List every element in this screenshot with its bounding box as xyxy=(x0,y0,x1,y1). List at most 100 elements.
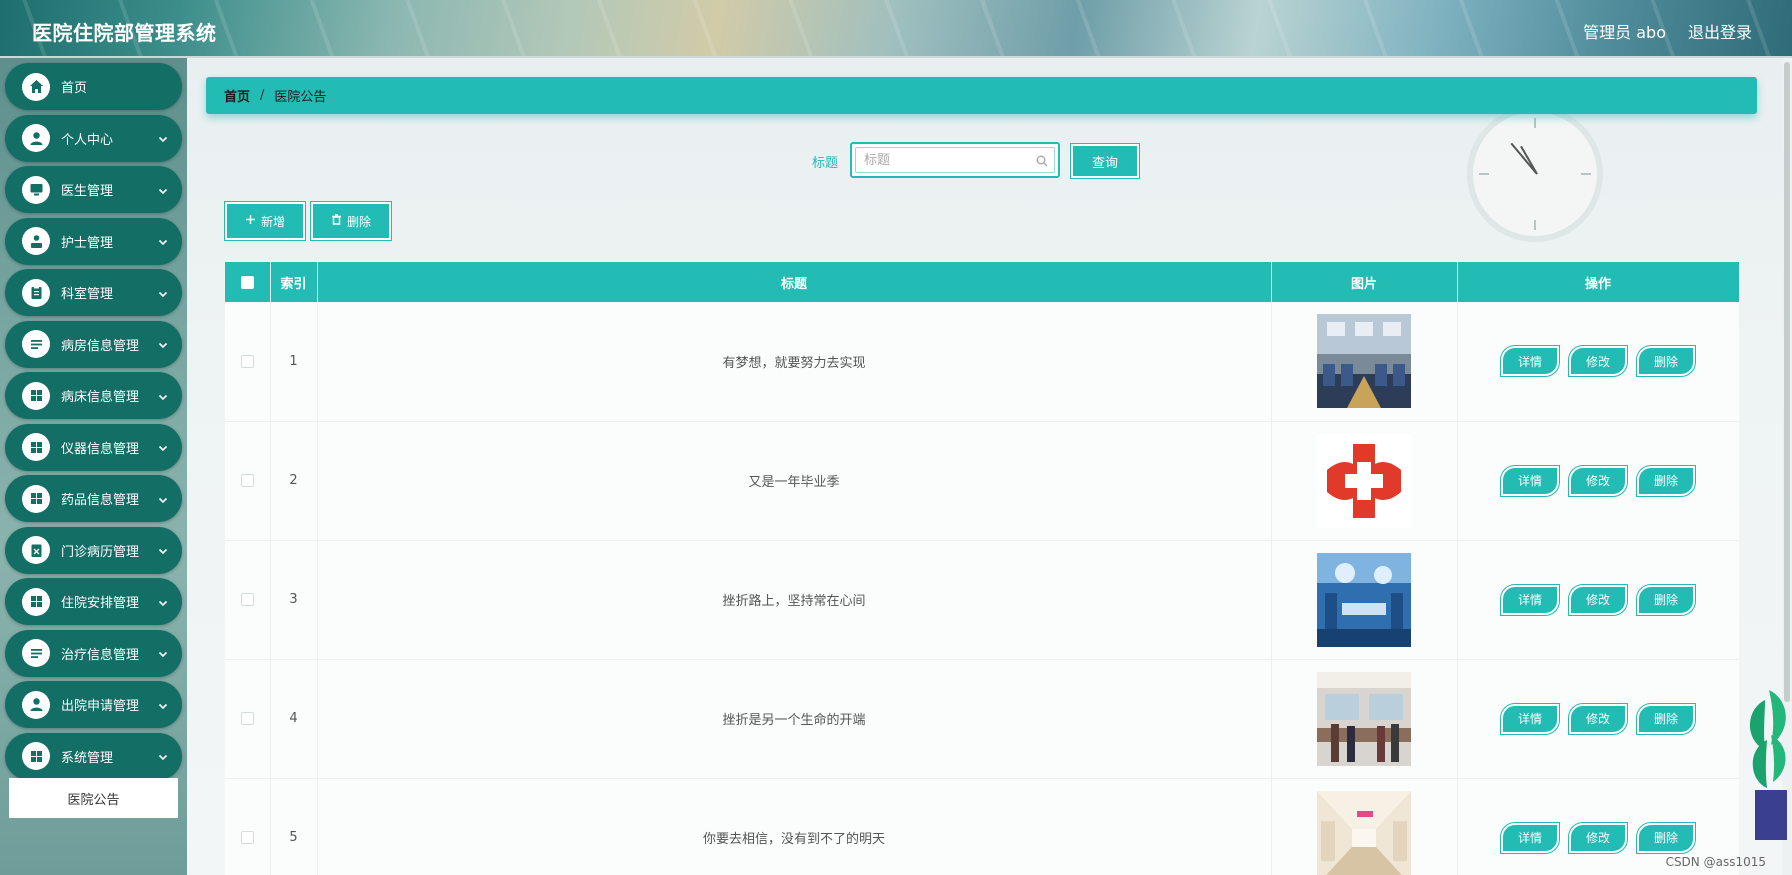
row-image-cell xyxy=(1271,540,1458,660)
delete-button[interactable]: 删除 xyxy=(1636,702,1696,735)
search-title-input[interactable] xyxy=(856,148,1054,172)
chevron-down-icon xyxy=(158,391,168,401)
table-row: 2 又是一年毕业季 详情 修改 删除 xyxy=(225,421,1739,541)
watermark: CSDN @ass1015 xyxy=(1665,855,1766,869)
query-button[interactable]: 查询 xyxy=(1070,143,1140,179)
chevron-down-icon xyxy=(158,648,168,658)
record-icon xyxy=(22,536,50,564)
page-scrollbar-thumb[interactable] xyxy=(1784,62,1790,702)
select-all-checkbox[interactable] xyxy=(240,275,254,289)
sidebar-item-8[interactable]: 药品信息管理 xyxy=(5,475,182,522)
row-index: 4 xyxy=(270,659,318,779)
row-checkbox[interactable] xyxy=(240,474,254,487)
sidebar-item-label: 治疗信息管理 xyxy=(61,647,140,663)
list-icon xyxy=(22,330,50,358)
row-select-cell xyxy=(225,778,271,875)
row-checkbox[interactable] xyxy=(240,712,254,725)
sidebar-item-label: 护士管理 xyxy=(61,235,114,251)
chevron-down-icon xyxy=(158,236,168,246)
row-checkbox[interactable] xyxy=(240,593,254,606)
sidebar-item-9[interactable]: 门诊病历管理 xyxy=(5,526,182,574)
row-index: 5 xyxy=(270,778,318,875)
row-image-cell xyxy=(1271,302,1458,422)
sidebar-item-5[interactable]: 病房信息管理 xyxy=(5,320,182,368)
edit-button[interactable]: 修改 xyxy=(1568,464,1628,497)
sidebar-item-13[interactable]: 系统管理 xyxy=(5,732,182,780)
table-row: 1 有梦想，就要努力去实现 详情 修改 删除 xyxy=(225,302,1739,422)
chevron-down-icon xyxy=(158,751,168,761)
grid-icon xyxy=(22,587,50,616)
row-checkbox[interactable] xyxy=(240,831,254,844)
sidebar-item-7[interactable]: 仪器信息管理 xyxy=(5,423,182,471)
edit-button[interactable]: 修改 xyxy=(1568,821,1628,854)
row-checkbox[interactable] xyxy=(240,354,254,368)
delete-button[interactable]: 删除 xyxy=(1636,821,1696,854)
sidebar-item-6[interactable]: 病床信息管理 xyxy=(5,372,182,419)
edit-button[interactable]: 修改 xyxy=(1568,702,1628,735)
add-button[interactable]: 新增 xyxy=(224,201,306,241)
table-row: 5 你要去相信，没有到不了的明天 详情 修改 删除 xyxy=(225,778,1739,875)
detail-button[interactable]: 详情 xyxy=(1500,702,1560,735)
chevron-down-icon xyxy=(158,545,168,555)
delete-button[interactable]: 删除 xyxy=(1636,345,1696,378)
home-icon xyxy=(22,72,50,101)
user-icon xyxy=(22,690,50,719)
column-header-title: 标题 xyxy=(317,262,1272,302)
column-header-index: 索引 xyxy=(270,262,318,302)
row-select-cell xyxy=(225,421,271,541)
row-image-cell xyxy=(1271,421,1458,541)
delete-button[interactable]: 删除 xyxy=(1636,464,1696,497)
search-input-wrapper xyxy=(850,142,1060,178)
row-title: 你要去相信，没有到不了的明天 xyxy=(317,778,1272,875)
logout-link[interactable]: 退出登录 xyxy=(1688,19,1752,43)
chevron-down-icon xyxy=(158,442,168,452)
edit-button[interactable]: 修改 xyxy=(1568,583,1628,616)
search-bar: 标题 查询 xyxy=(187,142,1792,179)
sidebar-item-label: 药品信息管理 xyxy=(61,493,140,508)
operating-room-image xyxy=(1317,552,1411,647)
sidebar-item-2[interactable]: 医生管理 xyxy=(5,166,182,213)
sidebar-item-1[interactable]: 个人中心 xyxy=(5,114,182,162)
app-title: 医院住院部管理系统 xyxy=(32,21,217,45)
detail-button[interactable]: 详情 xyxy=(1500,583,1560,616)
column-header-actions: 操作 xyxy=(1457,262,1739,302)
batch-delete-button-label: 删除 xyxy=(346,214,371,229)
detail-button[interactable]: 详情 xyxy=(1500,345,1560,378)
detail-button[interactable]: 详情 xyxy=(1500,464,1560,497)
red-cross-logo-image xyxy=(1317,433,1411,528)
chevron-down-icon xyxy=(158,288,168,298)
row-actions-cell: 详情 修改 删除 xyxy=(1457,540,1739,660)
batch-delete-button[interactable]: 删除 xyxy=(310,201,392,241)
sidebar-item-0[interactable]: 首页 xyxy=(5,63,182,110)
trash-icon xyxy=(331,214,342,228)
row-index: 1 xyxy=(270,302,318,422)
sidebar-item-4[interactable]: 科室管理 xyxy=(5,269,182,316)
top-header: 医院住院部管理系统 管理员 abo 退出登录 xyxy=(0,0,1792,58)
row-select-cell xyxy=(225,540,271,660)
edit-button[interactable]: 修改 xyxy=(1568,345,1628,378)
delete-button[interactable]: 删除 xyxy=(1636,583,1696,616)
sidebar-item-label: 病房信息管理 xyxy=(61,338,140,354)
sidebar-item-12[interactable]: 出院申请管理 xyxy=(5,681,182,728)
sidebar-item-label: 病床信息管理 xyxy=(61,390,140,405)
breadcrumb-separator: / xyxy=(260,88,265,103)
breadcrumb-home[interactable]: 首页 xyxy=(224,86,250,105)
row-index: 3 xyxy=(270,540,318,660)
sidebar-item-label: 首页 xyxy=(61,81,88,96)
sidebar-subitem-hospital-notice[interactable]: 医院公告 xyxy=(9,778,178,818)
grid-icon xyxy=(22,742,50,770)
row-title: 挫折路上，坚持常在心间 xyxy=(317,540,1272,660)
row-image-cell xyxy=(1271,659,1458,779)
plant-decoration xyxy=(1750,690,1787,840)
sidebar-item-10[interactable]: 住院安排管理 xyxy=(5,578,182,625)
sidebar-item-11[interactable]: 治疗信息管理 xyxy=(5,629,182,677)
sidebar-item-3[interactable]: 护士管理 xyxy=(5,217,182,265)
row-select-cell xyxy=(225,302,271,422)
nurse-icon xyxy=(22,227,50,255)
notice-table: 索引 标题 图片 操作 1 有梦想，就要努力去实现 详情 修改 删除 2 又是一年毕业季 详情… xyxy=(225,262,1739,875)
row-image-cell xyxy=(1271,778,1458,875)
detail-button[interactable]: 详情 xyxy=(1500,821,1560,854)
plus-icon xyxy=(245,214,256,228)
clipboard-icon xyxy=(22,278,50,307)
list-icon xyxy=(22,639,50,667)
